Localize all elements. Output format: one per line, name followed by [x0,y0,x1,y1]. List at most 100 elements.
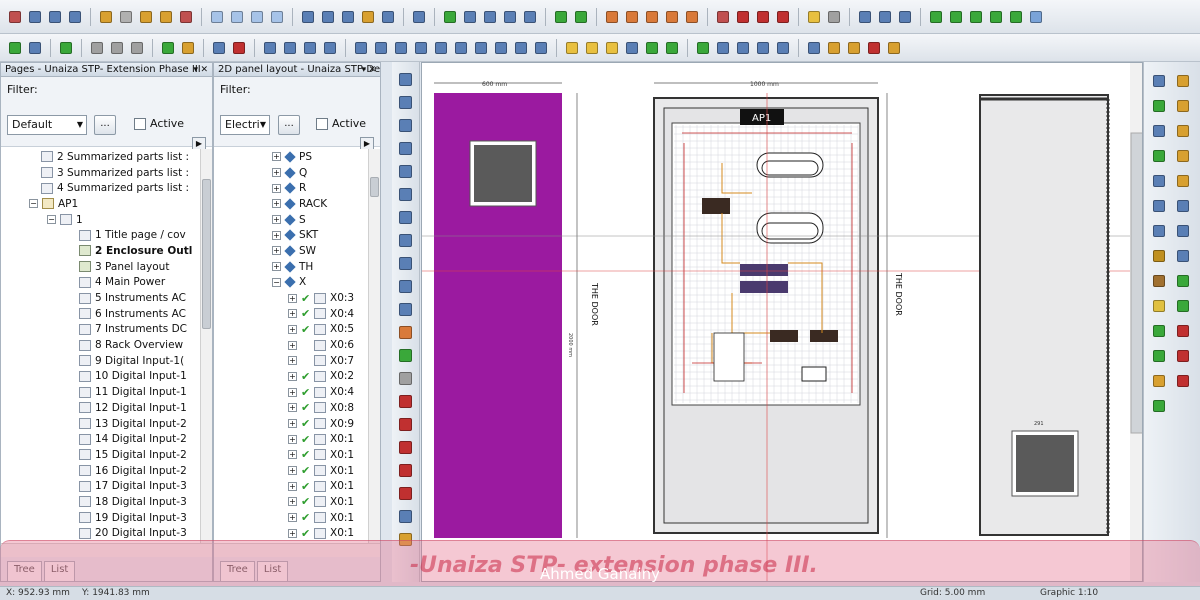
toolbar-button-icon[interactable] [774,39,792,57]
toolbar-button-icon[interactable] [410,8,428,26]
tool-icon[interactable] [1150,122,1168,140]
drawing-tool-icon[interactable] [397,162,415,180]
toolbar-button-icon[interactable] [1027,8,1045,26]
active-checkbox[interactable]: Active [134,117,184,130]
tool-icon[interactable] [1150,97,1168,115]
toolbar-button-icon[interactable] [26,39,44,57]
close-icon[interactable]: ✕ [368,63,376,76]
toolbar-button-icon[interactable] [208,8,226,26]
tree-item[interactable]: 6 Instruments AC [1,306,200,322]
active-checkbox[interactable]: Active [316,117,366,130]
toolbar-button-icon[interactable] [583,39,601,57]
tree-item[interactable]: + ✔ X0:5 [214,322,368,338]
toolbar-button-icon[interactable] [441,8,459,26]
toolbar-button-icon[interactable] [6,39,24,57]
tool-icon[interactable] [1150,397,1168,415]
tree-item[interactable]: + RACK [214,196,368,212]
tree-item[interactable]: 11 Digital Input-1 [1,384,200,400]
toolbar-button-icon[interactable] [623,8,641,26]
tree-item[interactable]: + PS [214,149,368,165]
expand-icon[interactable]: + [288,481,297,491]
toolbar-button-icon[interactable] [623,39,641,57]
tree-item[interactable]: 1 Title page / cov [1,227,200,243]
toolbar-button-icon[interactable] [379,8,397,26]
toolbar-button-icon[interactable] [552,8,570,26]
toolbar-button-icon[interactable] [754,39,772,57]
tool-icon[interactable] [1150,272,1168,290]
tree-item[interactable]: + ✔ X0:4 [214,306,368,322]
checkbox[interactable] [134,117,146,130]
tool-icon[interactable] [1150,247,1168,265]
toolbar-button-icon[interactable] [825,39,843,57]
tree-item[interactable]: 14 Digital Input-2 [1,431,200,447]
filter-more-button[interactable]: ... [278,115,300,135]
tree-item[interactable]: + ✔ X0:1 [214,431,368,447]
collapse-icon[interactable]: − [47,215,56,225]
expand-icon[interactable]: + [288,309,297,319]
tree-item[interactable]: + R [214,180,368,196]
drawing-tool-icon[interactable] [397,277,415,295]
tool-icon[interactable] [1174,347,1192,365]
toolbar-button-icon[interactable] [683,8,701,26]
tree-item[interactable]: 4 Summarized parts list : [1,180,200,196]
toolbar-button-icon[interactable] [97,8,115,26]
expand-icon[interactable]: + [272,215,281,225]
collapse-icon[interactable]: − [29,199,38,209]
toolbar-button-icon[interactable] [432,39,450,57]
toolbar-button-icon[interactable] [532,39,550,57]
tree-item[interactable]: + ✔ X0:8 [214,400,368,416]
toolbar-button-icon[interactable] [137,8,155,26]
drawing-tool-icon[interactable] [397,415,415,433]
drawing-tool-icon[interactable] [397,438,415,456]
toolbar-button-icon[interactable] [501,8,519,26]
collapse-icon[interactable]: − [272,277,281,287]
tree-item[interactable]: − AP1 [1,196,200,212]
tree-item[interactable]: − X [214,275,368,291]
pin-icon[interactable]: ▾ [361,63,366,76]
toolbar-button-icon[interactable] [643,8,661,26]
toolbar-button-icon[interactable] [947,8,965,26]
drawing-tool-icon[interactable] [397,93,415,111]
tree-item[interactable]: 16 Digital Input-2 [1,463,200,479]
toolbar-button-icon[interactable] [694,39,712,57]
scrollbar-thumb[interactable] [202,179,211,329]
filter-more-button[interactable]: ... [94,115,116,135]
tree-item[interactable]: 20 Digital Input-3 [1,526,200,542]
scrollbar-thumb[interactable] [370,177,379,197]
expand-icon[interactable]: + [272,230,281,240]
toolbar-button-icon[interactable] [865,39,883,57]
tree-item[interactable]: + ✔ X0:1 [214,478,368,494]
drawing-canvas[interactable]: 600 mm THE DOOR 2000 mm 1000 mm AP1 THE … [421,62,1143,582]
expand-icon[interactable]: + [288,450,297,460]
toolbar-button-icon[interactable] [825,8,843,26]
toolbar-button-icon[interactable] [321,39,339,57]
toolbar-button-icon[interactable] [359,8,377,26]
tool-icon[interactable] [1174,97,1192,115]
drawing-tool-icon[interactable] [397,507,415,525]
tree-item[interactable]: + X0:7 [214,353,368,369]
expand-icon[interactable]: + [272,152,281,162]
toolbar-button-icon[interactable] [108,39,126,57]
toolbar-button-icon[interactable] [372,39,390,57]
toolbar-button-icon[interactable] [157,8,175,26]
expand-icon[interactable]: + [288,497,297,507]
drawing-tool-icon[interactable] [397,70,415,88]
tree-item[interactable]: + X0:6 [214,337,368,353]
toolbar-button-icon[interactable] [572,8,590,26]
checkbox[interactable] [316,117,328,130]
drawing-tool-icon[interactable] [397,116,415,134]
tree-item[interactable]: 10 Digital Input-1 [1,369,200,385]
tool-icon[interactable] [1150,222,1168,240]
toolbar-button-icon[interactable] [987,8,1005,26]
toolbar-button-icon[interactable] [754,8,772,26]
toolbar-button-icon[interactable] [412,39,430,57]
toolbar-button-icon[interactable] [299,8,317,26]
toolbar-button-icon[interactable] [896,8,914,26]
tree-item[interactable]: 7 Instruments DC [1,322,200,338]
drawing-tool-icon[interactable] [397,254,415,272]
toolbar-button-icon[interactable] [856,8,874,26]
toolbar-button-icon[interactable] [603,39,621,57]
toolbar-button-icon[interactable] [57,39,75,57]
drawing-tool-icon[interactable] [397,300,415,318]
expand-icon[interactable]: + [272,262,281,272]
